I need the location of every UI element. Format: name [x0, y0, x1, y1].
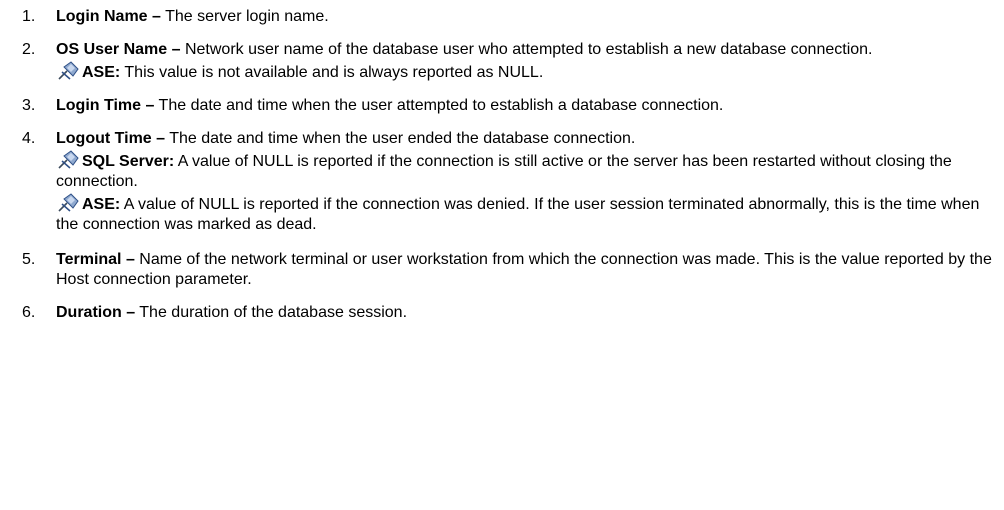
item-term: OS User Name – — [56, 41, 181, 58]
note-sql-server: SQL Server: A value of NULL is reported … — [56, 149, 996, 192]
item-text: The duration of the database session. — [135, 304, 408, 321]
pushpin-icon — [58, 193, 79, 212]
note-ase: ASE: A value of NULL is reported if the … — [56, 192, 996, 235]
item-term: Duration – — [56, 304, 136, 321]
note-ase: ASE: This value is not available and is … — [56, 60, 996, 83]
note-text: This value is not available and is alway… — [120, 64, 544, 81]
note-label: SQL Server: — [82, 153, 175, 170]
item-number: 3. — [22, 97, 36, 114]
item-text: Name of the network terminal or user wor… — [56, 251, 992, 288]
list-item-logout-time: 4. Logout Time – The date and time when … — [0, 129, 1004, 235]
list-item-terminal: 5. Terminal – Name of the network termin… — [0, 250, 1004, 290]
item-number: 6. — [22, 304, 36, 321]
list-item-login-name: 1. Login Name – The server login name. — [0, 7, 1004, 27]
item-body: Login Time – The date and time when the … — [56, 96, 996, 116]
note-label: ASE: — [82, 196, 121, 213]
list-item-os-user-name: 2. OS User Name – Network user name of t… — [0, 40, 1004, 83]
item-number: 4. — [22, 130, 36, 147]
numbered-definition-list: 1. Login Name – The server login name. 2… — [0, 0, 1004, 323]
item-text: The date and time when the user ended th… — [165, 130, 636, 147]
list-item-login-time: 3. Login Time – The date and time when t… — [0, 96, 1004, 116]
note-label: ASE: — [82, 64, 121, 81]
item-term: Logout Time – — [56, 130, 166, 147]
item-text: Network user name of the database user w… — [180, 41, 873, 58]
item-number: 2. — [22, 41, 36, 58]
item-text: The date and time when the user attempte… — [154, 97, 724, 114]
note-text: A value of NULL is reported if the conne… — [56, 196, 980, 233]
item-number: 5. — [22, 251, 36, 268]
item-term: Terminal – — [56, 251, 135, 268]
note-text: A value of NULL is reported if the conne… — [56, 153, 952, 190]
item-number: 1. — [22, 8, 36, 25]
pushpin-icon — [58, 150, 79, 169]
item-body: Login Name – The server login name. — [56, 7, 996, 27]
item-term: Login Time – — [56, 97, 155, 114]
item-body: Logout Time – The date and time when the… — [56, 129, 996, 149]
list-item-duration: 6. Duration – The duration of the databa… — [0, 303, 1004, 323]
item-body: OS User Name – Network user name of the … — [56, 40, 996, 60]
item-body: Terminal – Name of the network terminal … — [56, 250, 996, 290]
item-body: Duration – The duration of the database … — [56, 303, 996, 323]
item-term: Login Name – — [56, 8, 161, 25]
item-text: The server login name. — [160, 8, 329, 25]
pushpin-icon — [58, 61, 79, 80]
